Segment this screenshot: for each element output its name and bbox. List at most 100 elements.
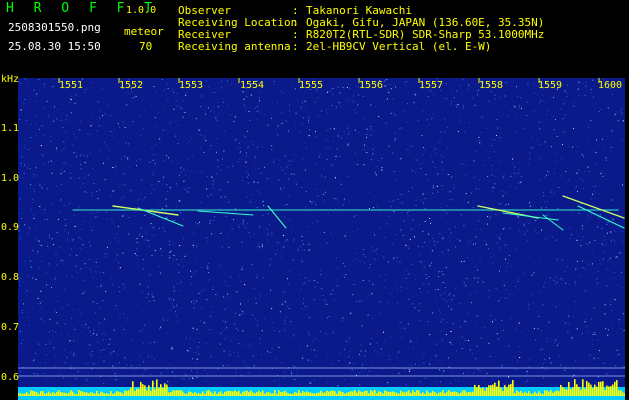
noise-speck [308, 116, 310, 118]
noise-speck [500, 233, 502, 235]
noise-speck [153, 282, 154, 284]
noise-speck [407, 215, 409, 217]
noise-speck [608, 329, 609, 331]
noise-speck [313, 378, 315, 380]
level-bar [286, 392, 288, 396]
noise-speck [519, 231, 521, 233]
noise-speck [287, 278, 288, 280]
noise-speck [472, 243, 474, 245]
noise-speck [63, 306, 65, 308]
noise-speck [531, 274, 533, 276]
noise-speck [142, 128, 144, 129]
level-bar [102, 392, 104, 396]
noise-speck [90, 125, 92, 127]
noise-speck [337, 86, 339, 88]
noise-speck [366, 152, 368, 153]
noise-speck [47, 245, 49, 247]
noise-speck [359, 300, 361, 302]
noise-speck [356, 85, 358, 87]
noise-speck [104, 256, 106, 258]
noise-speck [528, 303, 530, 305]
noise-speck [317, 97, 319, 99]
noise-speck [278, 179, 280, 181]
noise-speck [250, 141, 252, 143]
noise-speck [335, 158, 337, 160]
noise-speck [508, 345, 510, 347]
noise-speck [289, 104, 291, 106]
noise-speck [65, 275, 67, 277]
noise-speck [494, 175, 496, 177]
noise-speck [173, 366, 175, 368]
noise-speck [205, 113, 206, 115]
noise-speck [398, 372, 400, 374]
noise-speck [160, 372, 162, 374]
noise-speck [314, 286, 316, 288]
noise-speck [238, 142, 240, 144]
noise-speck [167, 319, 169, 321]
level-bar [500, 387, 502, 396]
noise-speck [37, 303, 39, 305]
noise-speck [510, 265, 512, 267]
noise-speck [436, 241, 438, 243]
noise-speck [614, 264, 616, 266]
noise-speck [20, 163, 22, 164]
noise-speck [539, 102, 540, 104]
noise-speck [560, 108, 562, 110]
level-bar [392, 391, 394, 396]
noise-speck [550, 362, 552, 364]
noise-speck [456, 90, 458, 92]
noise-speck [39, 128, 40, 130]
noise-speck [495, 287, 497, 289]
noise-speck [87, 133, 89, 134]
noise-speck [395, 234, 397, 236]
level-bar [94, 393, 96, 396]
noise-speck [588, 126, 590, 128]
noise-speck [54, 331, 56, 333]
noise-speck [595, 152, 597, 153]
noise-speck [353, 284, 355, 285]
noise-speck [97, 266, 99, 268]
noise-speck [465, 310, 467, 312]
noise-speck [437, 191, 439, 193]
noise-speck [595, 285, 597, 287]
level-bar [166, 384, 168, 396]
noise-speck [528, 223, 530, 224]
noise-speck [52, 86, 54, 87]
noise-speck [52, 330, 54, 332]
noise-speck [286, 166, 288, 168]
noise-speck [242, 222, 244, 224]
noise-speck [23, 172, 25, 174]
noise-speck [280, 250, 282, 252]
noise-speck [566, 96, 568, 98]
noise-speck [308, 249, 310, 251]
noise-speck [358, 372, 360, 374]
noise-speck [557, 218, 559, 220]
noise-speck [253, 162, 255, 164]
noise-speck [568, 145, 570, 147]
level-bar [320, 390, 322, 396]
noise-speck [44, 152, 46, 154]
noise-speck [393, 210, 395, 212]
level-bar [428, 392, 430, 396]
noise-speck [586, 251, 588, 253]
noise-speck [408, 298, 410, 300]
noise-speck [564, 114, 566, 116]
level-bar [300, 393, 302, 396]
noise-speck [321, 175, 323, 177]
noise-speck [102, 339, 104, 341]
noise-speck [194, 352, 196, 354]
noise-speck [30, 123, 32, 125]
noise-speck [19, 285, 21, 286]
noise-speck [53, 347, 55, 348]
noise-speck [283, 246, 285, 248]
noise-speck [96, 334, 98, 336]
level-bar [72, 391, 74, 396]
noise-speck [564, 90, 566, 92]
noise-speck [139, 233, 141, 234]
noise-speck [618, 353, 620, 355]
noise-speck [95, 261, 97, 263]
noise-speck [244, 136, 246, 138]
noise-speck [284, 187, 286, 188]
noise-speck [610, 240, 612, 242]
level-bar [180, 390, 182, 396]
